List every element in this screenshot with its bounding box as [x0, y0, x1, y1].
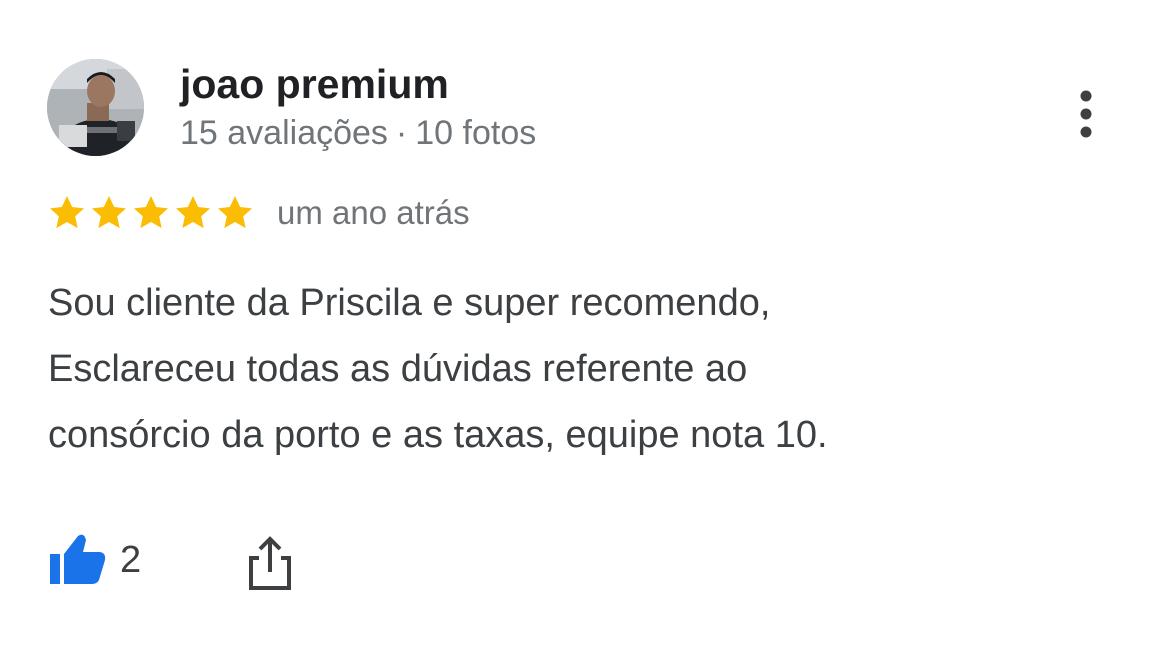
- star-rating: [47, 193, 257, 233]
- review-line: consórcio da porto e as taxas, equipe no…: [48, 414, 828, 456]
- meta-separator: ·: [395, 114, 408, 152]
- share-icon: [249, 536, 291, 590]
- review-line: Esclareceu todas as dúvidas referente ao: [48, 348, 748, 390]
- reviews-count: 15 avaliações: [180, 114, 388, 152]
- profile-photo-icon: [47, 59, 144, 156]
- star-icon: [218, 196, 252, 229]
- more-options-button[interactable]: [1066, 86, 1106, 146]
- star-icon: [50, 196, 84, 229]
- like-count: 2: [120, 539, 142, 581]
- reviewer-name[interactable]: joao premium: [180, 60, 449, 108]
- photos-count: 10 fotos: [415, 114, 537, 152]
- star-icon: [176, 196, 210, 229]
- review-line: Sou cliente da Priscila e super recomend…: [48, 282, 771, 324]
- review-card: joao premium 15 avaliações · 10 fotos um a…: [0, 0, 1170, 658]
- more-vertical-icon: [1080, 90, 1092, 138]
- thumbs-up-icon: [50, 534, 106, 584]
- star-icon: [134, 196, 168, 229]
- review-text: Sou cliente da Priscila e super recomend…: [48, 270, 1108, 468]
- reviewer-meta: 15 avaliações · 10 fotos: [180, 112, 536, 154]
- like-button[interactable]: 2: [48, 532, 141, 588]
- review-time: um ano atrás: [277, 194, 470, 231]
- star-icon: [92, 196, 126, 229]
- share-button[interactable]: [242, 534, 298, 594]
- avatar[interactable]: [47, 59, 144, 156]
